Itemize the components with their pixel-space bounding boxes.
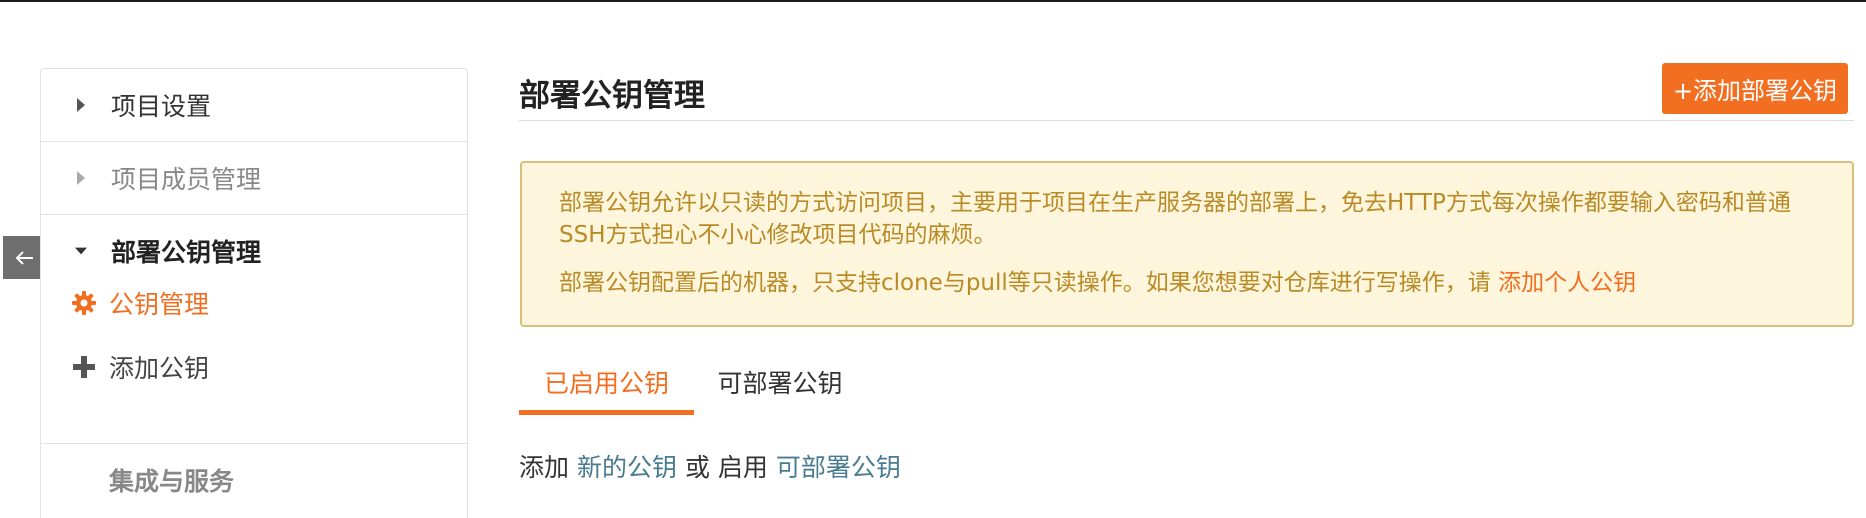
- caret-right-icon: [75, 98, 87, 112]
- hint-text: 或 启用: [684, 453, 768, 482]
- divider: [519, 120, 1854, 121]
- new-key-link[interactable]: 新的公钥: [577, 453, 677, 482]
- sidebar-item-members[interactable]: 项目成员管理: [41, 142, 467, 214]
- sidebar-item-label: 部署公钥管理: [111, 238, 262, 267]
- sidebar-item-label: 集成与服务: [109, 467, 235, 496]
- notice-text: 部署公钥配置后的机器，只支持clone与pull等只读操作。如果您想要对仓库进行…: [559, 267, 1816, 299]
- notice-text: 部署公钥允许以只读的方式访问项目，主要用于项目在生产服务器的部署上，免去HTTP…: [559, 190, 1791, 248]
- active-tab-indicator: [519, 410, 694, 415]
- settings-sidebar: 项目设置 项目成员管理 部署公钥管理 公钥管理 添加公钥 集成与服务: [40, 68, 468, 518]
- add-deploy-key-button[interactable]: +添加部署公钥: [1662, 63, 1848, 114]
- hint-text: 添加: [519, 453, 570, 482]
- sidebar-item-integrations[interactable]: 集成与服务: [41, 444, 467, 516]
- page-title: 部署公钥管理: [519, 78, 705, 114]
- sidebar-subitem-label: 添加公钥: [109, 354, 210, 383]
- sidebar-subitem-label: 公钥管理: [109, 290, 210, 319]
- plus-icon: [71, 354, 97, 380]
- empty-state-hint: 添加 新的公钥 或 启用 可部署公钥: [519, 448, 901, 484]
- tab-deployable-keys[interactable]: 可部署公钥: [715, 364, 845, 414]
- info-notice: 部署公钥允许以只读的方式访问项目，主要用于项目在生产服务器的部署上，免去HTTP…: [520, 161, 1854, 327]
- notice-text-span: 部署公钥配置后的机器，只支持clone与pull等只读操作。如果您想要对仓库进行…: [559, 270, 1491, 296]
- add-personal-key-link[interactable]: 添加个人公钥: [1498, 270, 1636, 296]
- caret-right-icon: [75, 171, 87, 185]
- deployable-keys-link[interactable]: 可部署公钥: [776, 453, 901, 482]
- sidebar-item-project-settings[interactable]: 项目设置: [41, 69, 467, 141]
- sidebar-item-label: 项目设置: [111, 92, 212, 121]
- sidebar-item-label: 项目成员管理: [111, 165, 262, 194]
- top-border: [0, 0, 1866, 2]
- caret-down-icon: [75, 244, 87, 258]
- sidebar-subitem-key-management[interactable]: 公钥管理: [41, 273, 467, 333]
- arrow-left-icon: [15, 250, 33, 265]
- gear-icon: [71, 290, 97, 316]
- sidebar-subitem-add-key[interactable]: 添加公钥: [41, 337, 467, 397]
- tab-enabled-keys[interactable]: 已启用公钥: [519, 364, 694, 414]
